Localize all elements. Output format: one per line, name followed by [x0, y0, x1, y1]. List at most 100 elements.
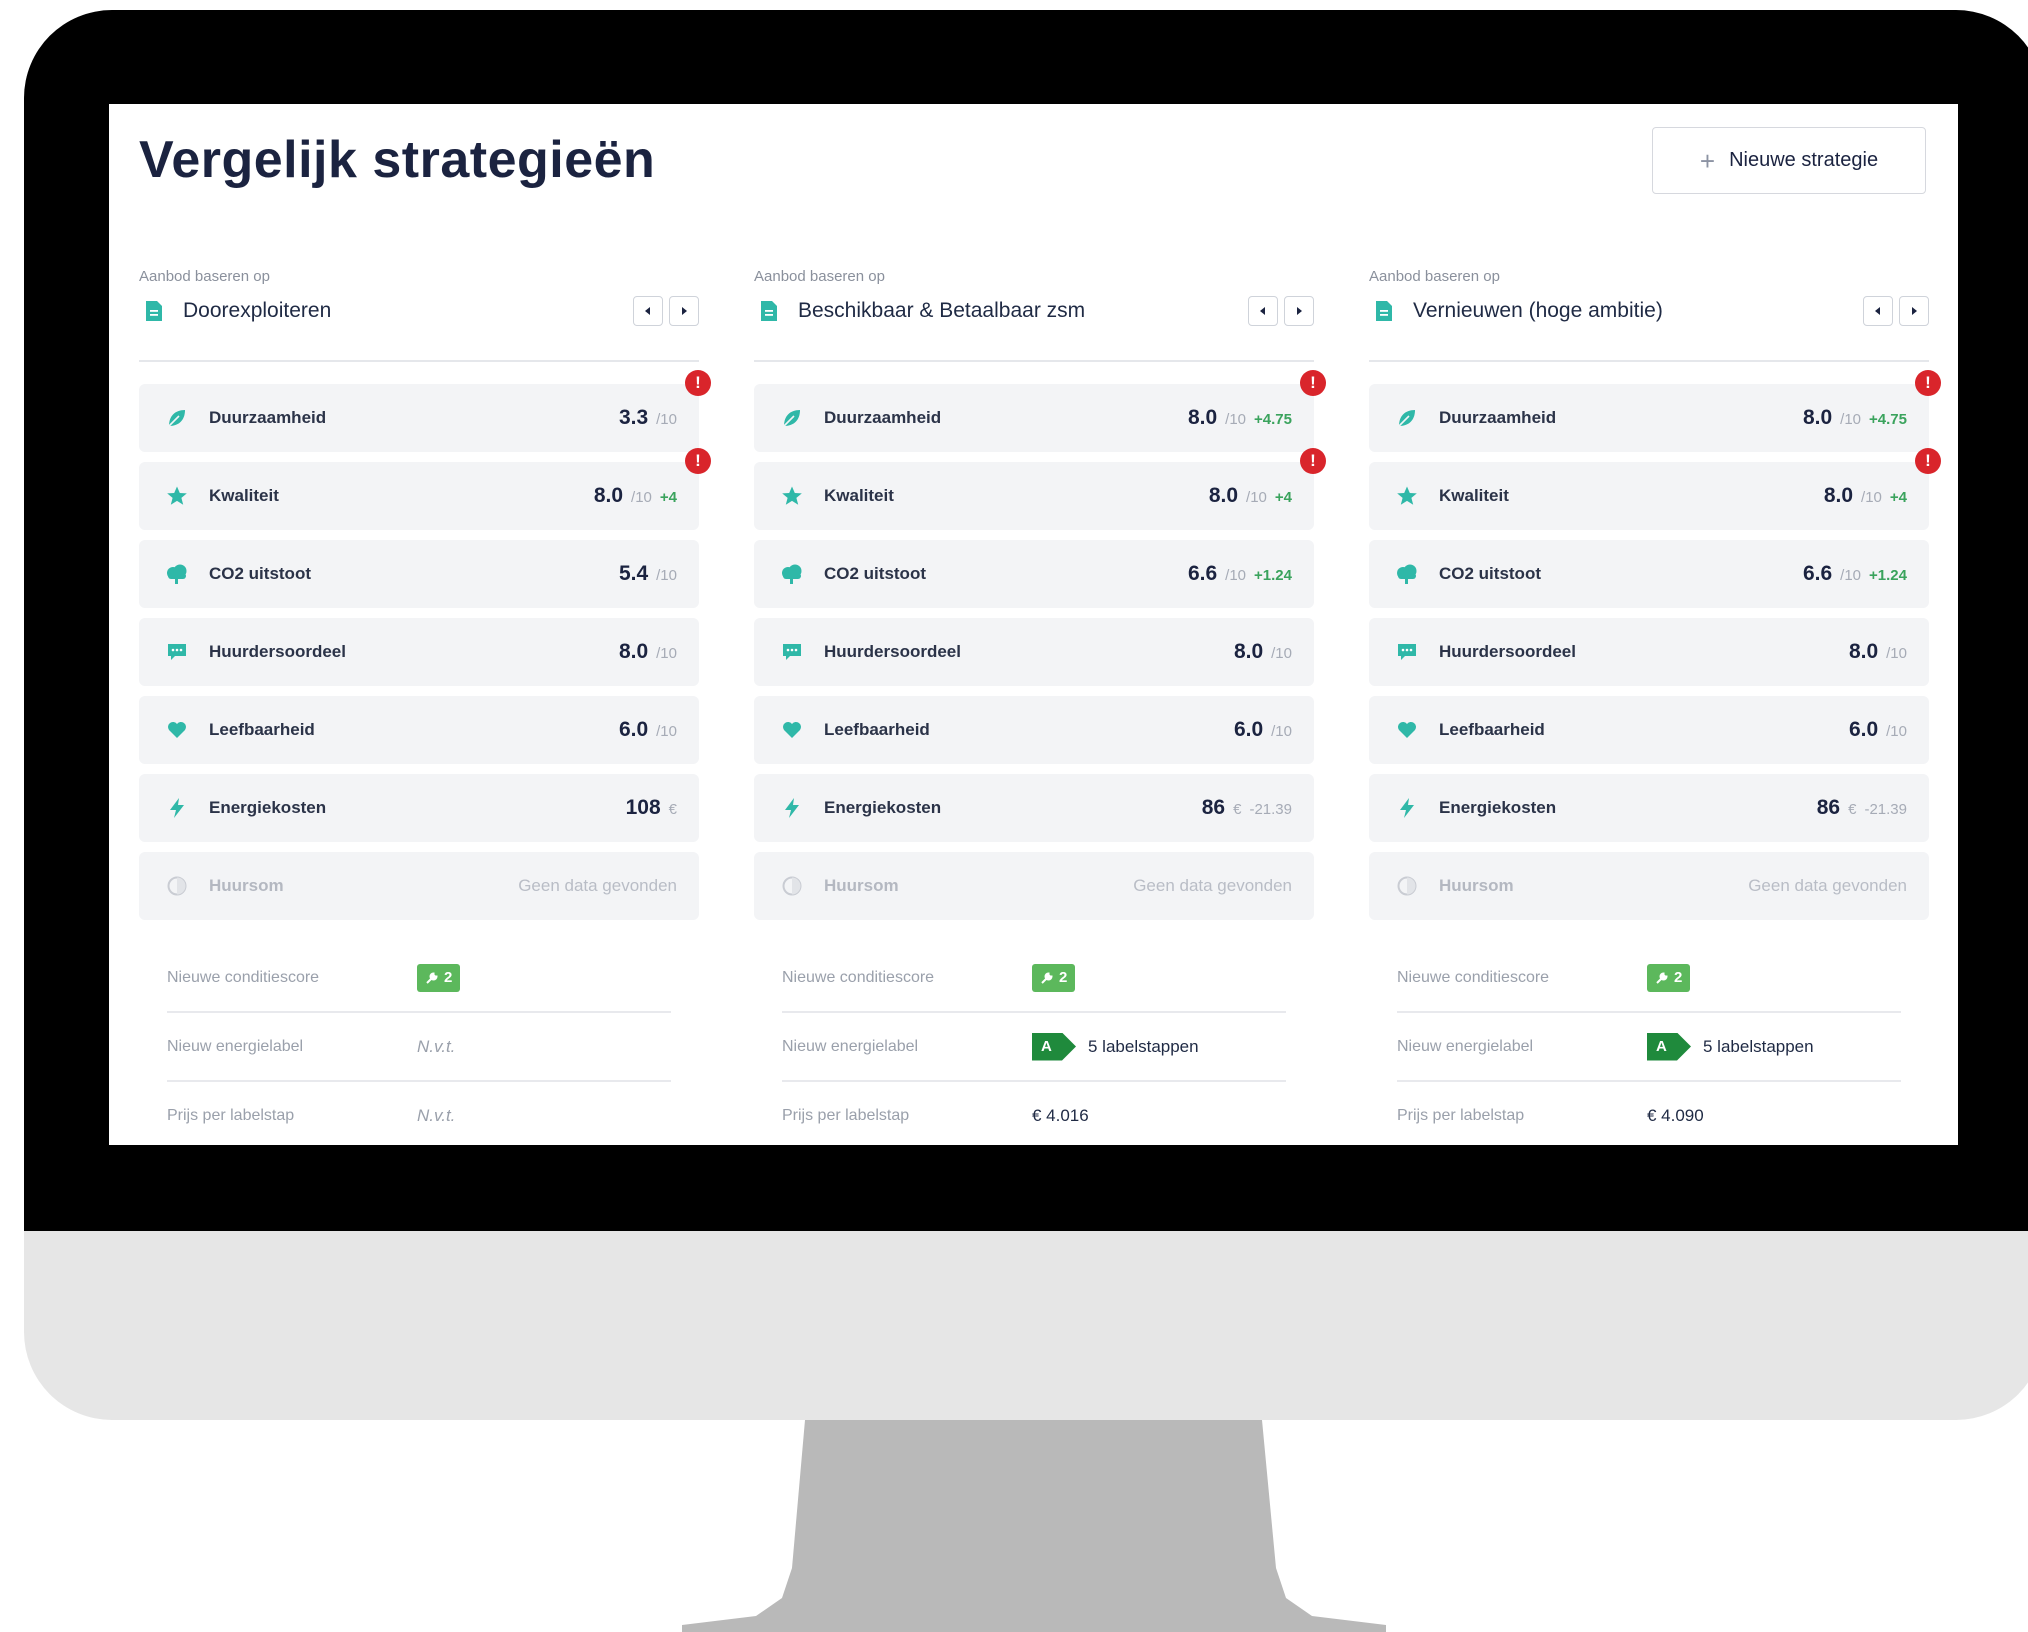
- metric-row-leefbaarheid[interactable]: Leefbaarheid 6.0/10: [1369, 696, 1929, 764]
- metric-label: Huurdersoordeel: [209, 642, 346, 661]
- wrench-icon: [1656, 971, 1668, 984]
- alert-icon[interactable]: !: [1300, 370, 1326, 396]
- metric-row-huursom[interactable]: Huursom Geen data gevonden: [139, 852, 699, 920]
- strategy-header: Aanbod baseren op Vernieuwen (hoge ambit…: [1369, 268, 1929, 362]
- price-per-step-value: N.v.t.: [417, 1105, 456, 1125]
- caret-right-icon: [682, 307, 687, 315]
- clock-icon: [165, 874, 189, 898]
- metric-row-duurzaamheid[interactable]: Duurzaamheid 3.3/10!: [139, 370, 711, 452]
- metric-row-huursom[interactable]: Huursom Geen data gevonden: [1369, 852, 1929, 920]
- metric-row-huursom[interactable]: Huursom Geen data gevonden: [754, 852, 1314, 920]
- metric-label: Huurdersoordeel: [824, 642, 961, 661]
- metric-row-huurdersoordeel[interactable]: Huurdersoordeel 8.0/10: [139, 618, 699, 686]
- metric-value: 86: [1201, 796, 1226, 819]
- metric-unit: €: [1233, 801, 1242, 818]
- metric-row-co2-uitstoot[interactable]: CO2 uitstoot 5.4/10: [139, 540, 699, 608]
- previous-strategy-button[interactable]: [633, 296, 663, 326]
- basis-label: Aanbod baseren op: [754, 268, 885, 285]
- metric-row-energiekosten[interactable]: Energiekosten 86 € -21.39: [1369, 774, 1929, 842]
- metric-value: 6.0: [1233, 718, 1264, 741]
- metric-value: 8.0: [1208, 484, 1239, 507]
- metric-unit: /10: [656, 567, 677, 584]
- monitor-stand: [682, 1420, 1386, 1632]
- previous-strategy-button[interactable]: [1248, 296, 1278, 326]
- metric-label: CO2 uitstoot: [1439, 564, 1541, 583]
- chat-icon: [165, 640, 189, 664]
- next-strategy-button[interactable]: [669, 296, 699, 326]
- alert-icon[interactable]: !: [685, 448, 711, 474]
- metric-unit: /10: [1886, 645, 1907, 662]
- metric-row-energiekosten[interactable]: Energiekosten 108 €: [139, 774, 699, 842]
- metric-value: 8.0: [1848, 640, 1879, 663]
- strategy-name[interactable]: Doorexploiteren: [183, 299, 633, 323]
- metric-row-energiekosten[interactable]: Energiekosten 86 € -21.39: [754, 774, 1314, 842]
- alert-icon[interactable]: !: [1915, 370, 1941, 396]
- metric-row-kwaliteit[interactable]: Kwaliteit 8.0/10 +4!: [1369, 448, 1941, 530]
- caret-left-icon: [645, 307, 650, 315]
- previous-strategy-button[interactable]: [1863, 296, 1893, 326]
- leaf-icon: [1395, 406, 1419, 430]
- energy-label-value: 5 labelstappen: [1088, 1036, 1199, 1056]
- metric-label: Duurzaamheid: [824, 408, 942, 427]
- heart-icon: [1395, 718, 1419, 742]
- metric-value: 86: [1816, 796, 1841, 819]
- next-strategy-button[interactable]: [1899, 296, 1929, 326]
- alert-icon[interactable]: !: [685, 370, 711, 396]
- condition-score-row: Nieuwe conditiescore 2: [167, 944, 671, 1013]
- metric-unit: /10: [1886, 723, 1907, 740]
- metric-unit: /10: [656, 723, 677, 740]
- metric-label: Leefbaarheid: [824, 720, 930, 739]
- metric-label: Duurzaamheid: [1439, 408, 1557, 427]
- price-per-step-row: Prijs per labelstap N.v.t.: [167, 1082, 671, 1145]
- strategy-name[interactable]: Beschikbaar & Betaalbaar zsm: [798, 299, 1248, 323]
- document-icon: [1376, 301, 1392, 321]
- energy-label-badge: A: [1032, 1032, 1076, 1061]
- metric-label: Huursom: [1439, 876, 1514, 895]
- metric-value: 108: [625, 796, 661, 819]
- condition-score-label: Nieuwe conditiescore: [167, 968, 320, 986]
- strategy-name[interactable]: Vernieuwen (hoge ambitie): [1413, 299, 1863, 323]
- caret-left-icon: [1260, 307, 1265, 315]
- metric-row-huurdersoordeel[interactable]: Huurdersoordeel 8.0/10: [754, 618, 1314, 686]
- strategy-header: Aanbod baseren op Beschikbaar & Betaalba…: [754, 268, 1314, 362]
- star-icon: [1395, 484, 1419, 508]
- strategy-header: Aanbod baseren op Doorexploiteren: [139, 268, 699, 362]
- chat-icon: [1395, 640, 1419, 664]
- alert-icon[interactable]: !: [1300, 448, 1326, 474]
- new-strategy-button[interactable]: + Nieuwe strategie: [1652, 127, 1926, 194]
- metric-label: Huursom: [824, 876, 899, 895]
- metric-delta: +4.75: [1254, 411, 1292, 428]
- cloud-icon: [780, 562, 804, 586]
- metric-row-kwaliteit[interactable]: Kwaliteit 8.0/10 +4!: [139, 448, 711, 530]
- details-list: Nieuwe conditiescore 2 Nieuw energielabe…: [1369, 944, 1929, 1145]
- metric-row-duurzaamheid[interactable]: Duurzaamheid 8.0/10 +4.75!: [1369, 370, 1941, 452]
- metric-value: 6.0: [618, 718, 649, 741]
- metric-unit: /10: [1271, 723, 1292, 740]
- metric-value: 5.4: [618, 562, 649, 585]
- next-strategy-button[interactable]: [1284, 296, 1314, 326]
- metric-unit: €: [668, 801, 677, 818]
- metric-row-co2-uitstoot[interactable]: CO2 uitstoot 6.6/10 +1.24: [1369, 540, 1929, 608]
- metric-row-co2-uitstoot[interactable]: CO2 uitstoot 6.6/10 +1.24: [754, 540, 1314, 608]
- caret-left-icon: [1875, 307, 1880, 315]
- metric-row-kwaliteit[interactable]: Kwaliteit 8.0/10 +4!: [754, 448, 1326, 530]
- metrics-list: Duurzaamheid 3.3/10! Kwaliteit 8.0/10 +4! CO2…: [139, 370, 711, 920]
- metric-row-leefbaarheid[interactable]: Leefbaarheid 6.0/10: [754, 696, 1314, 764]
- metric-row-duurzaamheid[interactable]: Duurzaamheid 8.0/10 +4.75!: [754, 370, 1326, 452]
- metric-delta: -21.39: [1864, 801, 1907, 818]
- caret-right-icon: [1297, 307, 1302, 315]
- metric-delta: +4.75: [1869, 411, 1907, 428]
- alert-icon[interactable]: !: [1915, 448, 1941, 474]
- document-icon: [146, 301, 162, 321]
- condition-score-value: 2: [444, 969, 453, 986]
- metric-label: Energiekosten: [209, 798, 327, 817]
- metric-delta: -21.39: [1249, 801, 1292, 818]
- new-strategy-label: Nieuwe strategie: [1729, 149, 1879, 171]
- metric-unit: €: [1848, 801, 1857, 818]
- metric-unit: /10: [1246, 489, 1267, 506]
- price-per-step-row: Prijs per labelstap € 4.016: [782, 1082, 1286, 1145]
- metric-label: Huursom: [209, 876, 284, 895]
- metric-row-huurdersoordeel[interactable]: Huurdersoordeel 8.0/10: [1369, 618, 1929, 686]
- strategy-column-3: Aanbod baseren op Vernieuwen (hoge ambit…: [1369, 264, 1941, 1145]
- metric-row-leefbaarheid[interactable]: Leefbaarheid 6.0/10: [139, 696, 699, 764]
